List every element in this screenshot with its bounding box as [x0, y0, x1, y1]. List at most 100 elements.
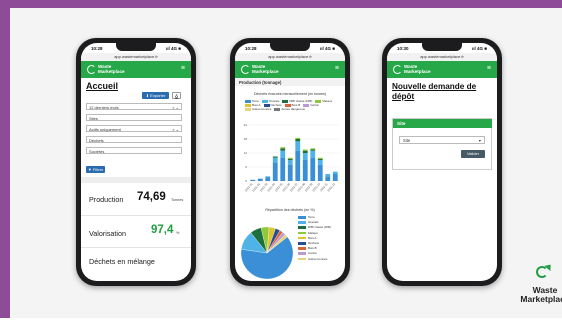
hamburger-icon[interactable]: ≡: [487, 65, 491, 73]
brand-name[interactable]: Waste Marketplace: [404, 64, 431, 74]
legend-label: Métaux: [308, 230, 318, 235]
y-tick-label: 24: [244, 123, 248, 127]
bar-terre: [280, 157, 286, 181]
legend-label: Bois B: [308, 246, 317, 251]
companies-field[interactable]: Sociétés: [86, 147, 182, 154]
legend-swatch: [298, 257, 306, 261]
legend-swatch: [298, 231, 306, 235]
bar-gravats: [302, 153, 308, 160]
bar-m-taux: [287, 157, 293, 159]
legend-swatch: [298, 247, 306, 250]
status-time: 10:30: [397, 46, 409, 51]
hamburger-icon[interactable]: ≡: [335, 65, 339, 73]
brand-name[interactable]: Waste Marketplace: [252, 64, 279, 74]
y-tick-label: 6: [245, 165, 247, 169]
phone-deposit-request: 10:30 ııl 4G ■ app.wastemarketplace.fr W…: [382, 38, 502, 286]
legend-swatch: [298, 215, 306, 219]
logo-icon: [87, 65, 96, 74]
chart-legend: Terre Gravats DIB/ classé (DIB) MétauxBois …: [245, 99, 337, 112]
bar-m-taux: [317, 157, 323, 159]
y-tick-label: 12: [244, 151, 248, 155]
bar-dib-class-dib-: [272, 156, 278, 158]
slide-canvas: 10:28 ııl 4G ■ app.wastemarketplace.fr W…: [10, 8, 562, 318]
period-select[interactable]: 12 derniers mois × ⌄: [86, 103, 182, 110]
legend-label: Carton: [308, 251, 318, 256]
legend-swatch: [245, 99, 251, 103]
bar-terre: [332, 174, 338, 181]
legend-swatch: [274, 108, 281, 111]
bar-terre: [295, 150, 301, 181]
bar-gravats: [325, 174, 331, 177]
kpi-unit: Tonnes: [171, 198, 184, 202]
clear-dropdown-icon[interactable]: × ⌄: [172, 126, 179, 133]
y-tick-label: 18: [244, 137, 248, 141]
sites-field[interactable]: Sites: [86, 114, 182, 121]
bar-gravats: [295, 141, 301, 151]
address-bar[interactable]: app.wastemarketplace.fr: [387, 53, 497, 61]
bar-chart-title: Déchets évacués mensuellement (en tonnes…: [253, 92, 327, 96]
brand-name[interactable]: Waste Marketplace: [98, 64, 125, 74]
kpi-value: 97,4: [151, 224, 174, 236]
bar-dib-class-dib-: [295, 139, 301, 142]
site-card: Site Site ▾ Valider: [392, 118, 492, 170]
submit-button[interactable]: Valider: [461, 150, 485, 158]
legend-swatch: [315, 99, 322, 103]
divider: [81, 215, 191, 216]
phone-charts: 10:28 ııl 4G ■ app.wastemarketplace.fr W…: [230, 38, 350, 286]
filter-button[interactable]: ▼ Filtrer: [86, 166, 105, 173]
bar-gravats: [332, 171, 338, 174]
legend-label: Métaux: [322, 99, 333, 103]
card-title: Site: [393, 119, 492, 128]
signal-icon: ııl 4G ■: [472, 46, 487, 51]
legend-label: Autres bennés: [308, 256, 328, 261]
bar-m-taux: [310, 148, 316, 150]
bar-dib-class-dib-: [287, 158, 293, 160]
legend-label: Carton: [310, 103, 320, 108]
legend-item: Autres dangereux: [274, 107, 305, 111]
pie-legend: Terre Gravats DIB/ classé (DIB) Métaux Bois …: [298, 215, 343, 262]
legend-swatch: [263, 104, 270, 107]
address-bar[interactable]: app.wastemarketplace.fr: [81, 53, 191, 61]
clear-dropdown-icon[interactable]: × ⌄: [172, 104, 179, 111]
legend-item: Carton: [303, 103, 319, 107]
y-tick-label: 0: [245, 179, 247, 183]
legend-swatch: [282, 99, 289, 103]
status-time: 10:28: [245, 46, 257, 51]
legend-item: Autres bennés: [245, 107, 271, 111]
legend-swatch: [298, 241, 306, 245]
legend-label: Autres dangereux: [281, 107, 306, 112]
legend-swatch: [245, 104, 251, 107]
bar-terre: [265, 177, 271, 181]
kpi-label: Valorisation: [89, 229, 127, 238]
bar-terre: [257, 178, 263, 181]
logo-text-line2: Marketplace: [520, 294, 562, 304]
bar-chart: 061218242021-012021-022021-032021-042021…: [244, 123, 339, 193]
bar-m-taux: [280, 147, 286, 149]
printer-icon[interactable]: ⎙: [172, 92, 181, 99]
bar-terre: [317, 164, 323, 181]
phone-dashboard: 10:28 ııl 4G ■ app.wastemarketplace.fr W…: [76, 38, 196, 286]
status-select[interactable]: Actifs uniquement × ⌄: [86, 125, 182, 132]
bar-terre: [302, 160, 308, 181]
status-bar: 10:30 ııl 4G ■: [387, 43, 497, 53]
site-select[interactable]: Site ▾: [399, 136, 485, 144]
status-time: 10:28: [91, 46, 103, 51]
bar-gravats: [272, 157, 278, 163]
bar-dib-class-dib-: [310, 149, 316, 151]
phone-screen: 10:28 ııl 4G ■ app.wastemarketplace.fr W…: [81, 43, 191, 281]
export-button[interactable]: ⬇ Exporter: [142, 92, 169, 99]
x-tick-label: 2021-12: [326, 182, 336, 193]
bar-dib-class-dib-: [280, 148, 286, 151]
legend-label: Autres bennés: [252, 107, 272, 112]
legend-swatch: [261, 99, 268, 103]
divider: [81, 177, 191, 183]
app-header: Waste Marketplace ≡: [81, 61, 191, 78]
bar-dib-class-dib-: [302, 150, 308, 153]
address-bar[interactable]: app.wastemarketplace.fr: [235, 53, 345, 61]
waste-field[interactable]: Déchets: [86, 136, 182, 143]
legend-swatch: [298, 226, 306, 229]
bar-terre: [272, 162, 278, 181]
legend-label: Déchets: [308, 241, 320, 246]
hamburger-icon[interactable]: ≡: [181, 65, 185, 73]
waste-marketplace-logo: Waste Marketplace: [518, 262, 562, 324]
